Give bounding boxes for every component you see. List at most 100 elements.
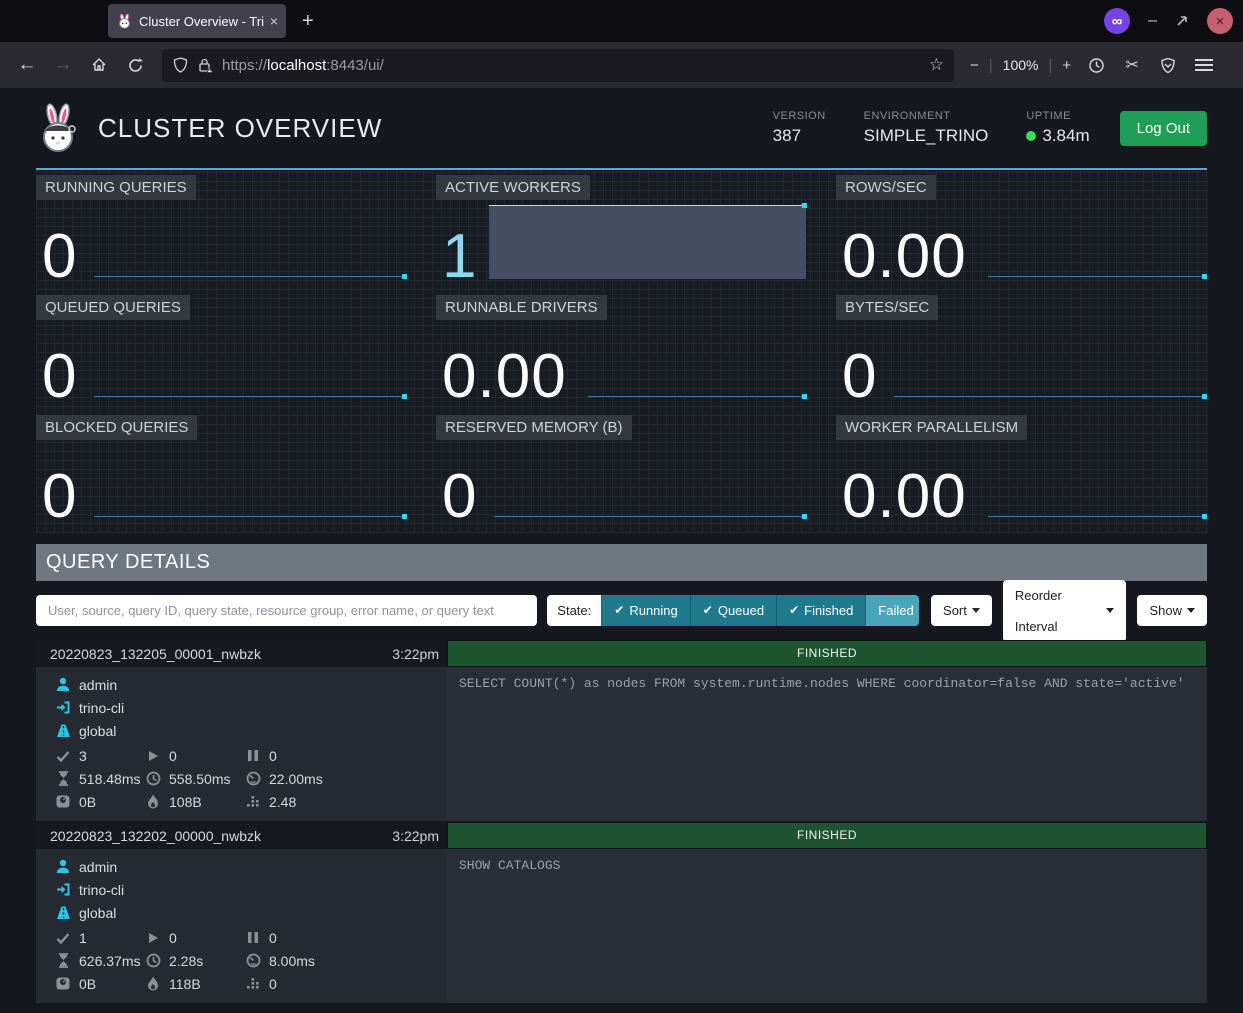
state-finished-button[interactable]: ✔Finished bbox=[776, 595, 865, 626]
query-filter-row: State: ✔Running ✔Queued ✔Finished Failed… bbox=[36, 595, 1207, 626]
query-time: 3:22pm bbox=[392, 828, 439, 844]
tile-value: 0 bbox=[842, 346, 877, 408]
sparkline bbox=[988, 276, 1206, 277]
history-clock-icon[interactable] bbox=[1081, 50, 1111, 80]
source-signin-icon bbox=[55, 882, 71, 898]
trino-favicon-icon bbox=[116, 13, 132, 29]
menu-hamburger-icon[interactable] bbox=[1189, 50, 1219, 80]
window-minimize-button[interactable]: – bbox=[1148, 12, 1157, 30]
query-resource-group: global bbox=[79, 723, 116, 739]
running-splits: 0 bbox=[169, 930, 177, 946]
elapsed-time: 2.28s bbox=[169, 953, 203, 969]
tile-queued-queries: QUEUED QUERIES 0 bbox=[36, 295, 408, 402]
sparkline bbox=[588, 396, 806, 397]
queued-splits-pause-icon bbox=[245, 748, 261, 764]
browser-tab[interactable]: Cluster Overview - Trino × bbox=[108, 4, 286, 38]
query-resource-group: global bbox=[79, 905, 116, 921]
tile-rows-sec: ROWS/SEC 0.00 bbox=[836, 175, 1208, 282]
sparkline-area bbox=[489, 205, 806, 279]
zoom-in-button[interactable]: + bbox=[1062, 57, 1071, 74]
peak-memory-fire-icon bbox=[145, 794, 161, 810]
version-label: VERSION bbox=[773, 110, 826, 122]
running-splits-play-icon bbox=[145, 930, 161, 946]
state-failed-dropdown[interactable]: Failed bbox=[865, 595, 919, 626]
cumulative-memory: 0 bbox=[269, 976, 277, 992]
query-id-link[interactable]: 20220823_132205_00001_nwbzk bbox=[50, 646, 261, 662]
url-bar[interactable]: https://localhost:8443/ui/ ☆ bbox=[162, 49, 954, 82]
current-memory-scale-icon bbox=[55, 794, 71, 810]
version-value: 387 bbox=[773, 126, 826, 146]
tile-label: RESERVED MEMORY (B) bbox=[436, 415, 632, 440]
back-button[interactable]: ← bbox=[12, 50, 42, 80]
separator: | bbox=[1048, 57, 1052, 74]
query-time: 3:22pm bbox=[392, 646, 439, 662]
tile-value: 0 bbox=[42, 226, 77, 288]
protection-shield-icon[interactable] bbox=[1153, 50, 1183, 80]
chevron-down-icon bbox=[1187, 608, 1195, 613]
tile-label: WORKER PARALLELISM bbox=[836, 415, 1027, 440]
query-id-link[interactable]: 20220823_132202_00000_nwbzk bbox=[50, 828, 261, 844]
query-filter-input[interactable] bbox=[36, 595, 537, 626]
query-status-bar: FINISHED bbox=[448, 823, 1206, 848]
screenshot-scissors-icon[interactable]: ✂ bbox=[1117, 50, 1147, 80]
reload-icon[interactable] bbox=[120, 50, 150, 80]
browser-toolbar: ← → https://localhost:8443/ui/ ☆ − | 100… bbox=[0, 42, 1243, 88]
wall-time: 626.37ms bbox=[79, 953, 140, 969]
tile-label: BYTES/SEC bbox=[836, 295, 938, 320]
check-icon: ✔ bbox=[614, 595, 624, 626]
window-maximize-button[interactable] bbox=[1175, 14, 1189, 28]
forward-button[interactable]: → bbox=[48, 50, 78, 80]
cumulative-memory-eq-icon bbox=[245, 976, 261, 992]
query-row: 20220823_132205_00001_nwbzk 3:22pm FINIS… bbox=[36, 640, 1207, 821]
queued-splits-pause-icon bbox=[245, 930, 261, 946]
environment-value: SIMPLE_TRINO bbox=[864, 126, 989, 146]
sort-dropdown[interactable]: Sort bbox=[931, 595, 992, 626]
window-close-button[interactable]: × bbox=[1207, 8, 1233, 34]
query-source: trino-cli bbox=[79, 700, 124, 716]
tile-label: ACTIVE WORKERS bbox=[436, 175, 590, 200]
uptime-status-dot bbox=[1026, 131, 1036, 141]
private-browsing-icon: ∞ bbox=[1104, 8, 1130, 34]
browser-titlebar: Cluster Overview - Trino × + ∞ – × bbox=[0, 0, 1243, 42]
new-tab-button[interactable]: + bbox=[302, 10, 314, 33]
running-splits: 0 bbox=[169, 748, 177, 764]
sparkline bbox=[94, 396, 406, 397]
sparkline bbox=[988, 516, 1206, 517]
home-icon[interactable] bbox=[84, 50, 114, 80]
tab-close-icon[interactable]: × bbox=[270, 13, 278, 29]
tile-label: RUNNING QUERIES bbox=[36, 175, 196, 200]
completed-splits: 3 bbox=[79, 748, 87, 764]
queued-splits: 0 bbox=[269, 748, 277, 764]
zoom-level[interactable]: 100% bbox=[1003, 57, 1039, 73]
cpu-time: 8.00ms bbox=[269, 953, 315, 969]
tile-label: BLOCKED QUERIES bbox=[36, 415, 197, 440]
completed-splits: 1 bbox=[79, 930, 87, 946]
bookmark-star-icon[interactable]: ☆ bbox=[929, 55, 944, 75]
queued-splits: 0 bbox=[269, 930, 277, 946]
cpu-time: 22.00ms bbox=[269, 771, 323, 787]
tile-value: 1 bbox=[442, 226, 477, 288]
source-signin-icon bbox=[55, 700, 71, 716]
page-title: CLUSTER OVERVIEW bbox=[98, 113, 382, 144]
reorder-interval-dropdown[interactable]: Reorder Interval bbox=[1003, 580, 1127, 642]
state-running-button[interactable]: ✔Running bbox=[601, 595, 690, 626]
shield-icon[interactable] bbox=[172, 57, 188, 73]
sparkline bbox=[494, 516, 806, 517]
state-filter-label: State: bbox=[547, 595, 601, 626]
chevron-down-icon bbox=[972, 608, 980, 613]
tile-running-queries: RUNNING QUERIES 0 bbox=[36, 175, 408, 282]
show-dropdown[interactable]: Show bbox=[1137, 595, 1207, 626]
state-queued-button[interactable]: ✔Queued bbox=[690, 595, 776, 626]
tile-value: 0 bbox=[42, 466, 77, 528]
completed-splits-check-icon bbox=[55, 930, 71, 946]
url-text[interactable]: https://localhost:8443/ui/ bbox=[222, 57, 920, 74]
lock-warning-icon[interactable] bbox=[197, 57, 213, 73]
environment-label: ENVIRONMENT bbox=[864, 110, 989, 122]
cpu-time-gauge-icon bbox=[245, 953, 261, 969]
zoom-out-button[interactable]: − bbox=[970, 57, 979, 74]
tile-value: 0 bbox=[42, 346, 77, 408]
logout-button[interactable]: Log Out bbox=[1120, 111, 1207, 146]
tile-reserved-memory: RESERVED MEMORY (B) 0 bbox=[436, 415, 808, 522]
wall-time: 518.48ms bbox=[79, 771, 140, 787]
query-info-panel: admin trino-cli global 1 0 0 626.37ms 2.… bbox=[36, 849, 447, 1003]
